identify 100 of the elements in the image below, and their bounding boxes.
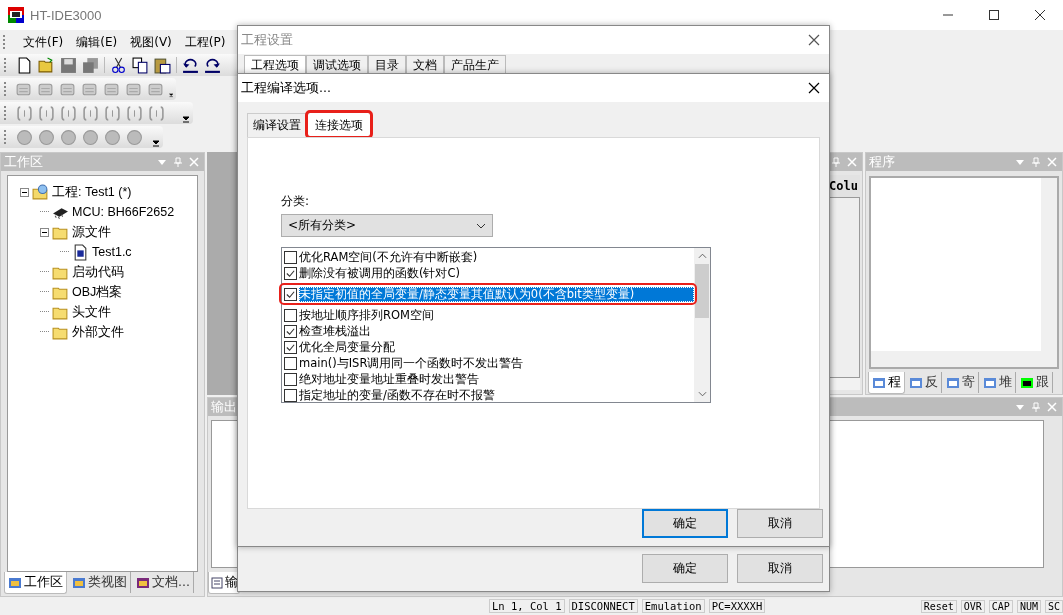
pin-icon[interactable] xyxy=(831,157,841,167)
greyed-tool-icon[interactable] xyxy=(104,128,121,146)
dropdown-icon[interactable] xyxy=(1015,157,1025,167)
menu-item[interactable]: 编辑(E) xyxy=(76,33,118,51)
checkbox[interactable] xyxy=(284,340,297,354)
checkbox[interactable] xyxy=(284,266,297,280)
save-icon[interactable] xyxy=(60,56,77,74)
panel-tab[interactable]: 文档... xyxy=(133,572,194,593)
category-dropdown[interactable]: <所有分类> xyxy=(281,214,493,237)
greyed-tool-icon[interactable] xyxy=(38,104,55,122)
greyed-tool-icon[interactable] xyxy=(126,104,143,122)
tree-item[interactable]: 头文件 xyxy=(72,303,111,321)
scissors-icon[interactable] xyxy=(110,56,127,74)
scroll-up-icon[interactable] xyxy=(697,253,707,259)
chevron-down-icon xyxy=(476,222,486,229)
status-indicator: CAP xyxy=(988,599,1013,613)
option-label[interactable]: 指定地址的变量/函数不存在时不报警 xyxy=(299,387,495,403)
status-indicator: NUM xyxy=(1016,599,1041,613)
open-folder-icon[interactable] xyxy=(38,56,55,74)
panel-title: 工作区 xyxy=(4,153,43,171)
option-label[interactable]: 检查堆栈溢出 xyxy=(299,323,371,339)
scroll-down-icon[interactable] xyxy=(697,391,707,397)
tree-item[interactable]: 工程: Test1 (*) xyxy=(52,183,132,201)
tree-item[interactable]: 启动代码 xyxy=(72,263,124,281)
cancel-button[interactable]: 取消 xyxy=(737,509,823,538)
checkbox[interactable] xyxy=(284,388,297,402)
panel-tab[interactable]: 类视图 xyxy=(69,572,131,593)
checkbox[interactable] xyxy=(284,324,297,338)
tree-item[interactable]: 源文件 xyxy=(72,223,111,241)
greyed-tool-icon[interactable] xyxy=(82,128,99,146)
undo-icon[interactable] xyxy=(182,56,199,74)
dropdown-icon[interactable] xyxy=(1015,402,1025,412)
window-icon xyxy=(1020,376,1034,389)
panel-tab[interactable]: 跟 xyxy=(1017,372,1053,393)
checkbox[interactable] xyxy=(284,372,297,386)
dialog-tab[interactable]: 连接选项 xyxy=(307,112,371,137)
panel-title: 程序 xyxy=(869,153,895,171)
close-icon[interactable] xyxy=(1035,10,1045,20)
tree-item[interactable]: Test1.c xyxy=(92,245,132,259)
maximize-icon[interactable] xyxy=(989,10,999,20)
option-label[interactable]: 绝对地址变量地址重叠时发出警告 xyxy=(299,371,479,387)
new-file-icon[interactable] xyxy=(16,56,33,74)
menu-item[interactable]: 文件(F) xyxy=(23,33,64,51)
menu-item[interactable]: 视图(V) xyxy=(130,33,172,51)
greyed-tool-icon[interactable] xyxy=(16,104,33,122)
greyed-tool-icon[interactable] xyxy=(104,104,121,122)
pin-icon[interactable] xyxy=(1031,402,1041,412)
option-label[interactable]: 按地址顺序排列ROM空间 xyxy=(299,307,434,323)
panel-tab[interactable]: 反 xyxy=(906,372,942,393)
tree-item[interactable]: MCU: BH66F2652 xyxy=(72,205,175,219)
option-label[interactable]: 删除没有被调用的函数(针对C) xyxy=(299,265,460,281)
greyed-tool-icon[interactable] xyxy=(126,128,143,146)
tree-item[interactable]: OBJ档案 xyxy=(72,283,123,301)
close-icon[interactable] xyxy=(808,34,820,46)
cancel-button[interactable]: 取消 xyxy=(737,554,823,583)
chevron-icon[interactable] xyxy=(182,114,190,124)
status-indicator: OVR xyxy=(960,599,985,613)
dialog-tab[interactable]: 编译设置 xyxy=(247,113,307,137)
window-icon xyxy=(946,376,960,389)
status-text: PC=XXXXH xyxy=(708,599,766,613)
pin-icon[interactable] xyxy=(1031,157,1041,167)
scrollbar[interactable] xyxy=(694,248,710,402)
save-all-icon[interactable] xyxy=(82,56,99,74)
collapse-icon[interactable] xyxy=(40,227,49,237)
greyed-tool-icon[interactable] xyxy=(16,128,33,146)
option-label[interactable]: 优化全局变量分配 xyxy=(299,339,395,355)
ok-button[interactable]: 确定 xyxy=(642,554,728,583)
checkbox[interactable] xyxy=(284,287,297,301)
scrollbar[interactable] xyxy=(871,351,1057,367)
greyed-tool-icon[interactable] xyxy=(60,128,77,146)
option-label[interactable]: main()与ISR调用同一个函数时不发出警告 xyxy=(299,355,524,371)
redo-icon[interactable] xyxy=(204,56,221,74)
checkbox[interactable] xyxy=(284,308,297,322)
scrollbar[interactable] xyxy=(1041,178,1057,351)
paste-icon[interactable] xyxy=(154,56,171,74)
chevron-icon[interactable] xyxy=(168,90,173,100)
dropdown-icon[interactable] xyxy=(157,157,167,167)
panel-tab[interactable]: 程 xyxy=(868,372,905,394)
checkbox[interactable] xyxy=(284,356,297,370)
checkbox[interactable] xyxy=(284,250,297,264)
collapse-icon[interactable] xyxy=(20,187,29,197)
option-label[interactable]: 优化RAM空间(不允许有中断嵌套) xyxy=(299,249,478,265)
status-text: Emulation xyxy=(641,599,705,613)
panel-tab[interactable]: 工作区 xyxy=(4,572,67,594)
panel-tab[interactable]: 寄 xyxy=(943,372,979,393)
pin-icon[interactable] xyxy=(173,157,183,167)
greyed-tool-icon[interactable] xyxy=(38,128,55,146)
close-icon[interactable] xyxy=(808,82,820,94)
file-icon xyxy=(72,243,89,261)
greyed-tool-icon[interactable] xyxy=(82,104,99,122)
copy-icon[interactable] xyxy=(132,56,149,74)
tree-item[interactable]: 外部文件 xyxy=(72,323,124,341)
dialog-title: 工程编译选项... xyxy=(241,79,331,97)
option-label[interactable]: 未指定初值的全局变量/静态变量其值默认为0(不含bit类型变量) xyxy=(299,286,694,302)
panel-tab[interactable]: 输 xyxy=(208,572,240,594)
greyed-tool-icon[interactable] xyxy=(60,104,77,122)
ok-button[interactable]: 确定 xyxy=(642,509,728,538)
panel-tab[interactable]: 堆 xyxy=(980,372,1016,393)
menu-item[interactable]: 工程(P) xyxy=(184,33,226,51)
chevron-icon[interactable] xyxy=(152,138,160,148)
